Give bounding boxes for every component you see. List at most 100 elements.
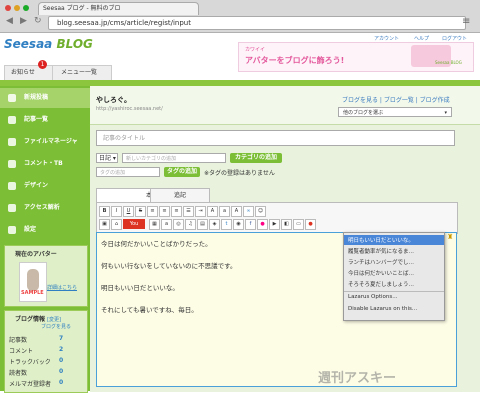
banner-small-text: カワイイ [245, 47, 266, 53]
color-icon[interactable]: A [231, 206, 242, 217]
map-icon[interactable]: ⌂ [111, 219, 122, 230]
watermark: 週刊アスキー [318, 371, 397, 386]
context-menu-item[interactable]: そろそろ夏だしましょう… [348, 280, 414, 288]
stat-readers: 読者数 [9, 370, 28, 377]
banner-logo: Seesaa BLOG [435, 60, 462, 65]
back-icon[interactable]: ◀ [6, 16, 13, 26]
add-tag-button[interactable]: タグの追加 [164, 167, 200, 177]
sidebar-item-files[interactable]: ファイルマネージャ [0, 132, 90, 152]
menu-icon[interactable]: ≡ [462, 16, 470, 27]
title-input[interactable]: 記事のタイトル [96, 130, 455, 146]
stat-articles-value[interactable]: 7 [59, 335, 63, 342]
context-menu-item[interactable]: Lazarus Options... [348, 294, 398, 300]
comment-icon [8, 160, 16, 168]
grid-icon[interactable]: ▦ [149, 219, 160, 230]
reload-icon[interactable]: ↻ [34, 16, 42, 26]
avatar-sample-label: SAMPLE [21, 290, 44, 296]
stat-trackbacks-value[interactable]: 0 [59, 357, 63, 364]
context-menu-item[interactable]: Disable Lazarus on this... [348, 306, 417, 312]
pencil-icon [8, 94, 16, 102]
image-icon[interactable]: ▣ [99, 219, 110, 230]
category-input[interactable]: 新しいカテゴリの追加 [122, 153, 226, 163]
stat-trackbacks: トラックバック [9, 359, 51, 366]
avatar-panel-title: 現在のアバター [15, 251, 57, 258]
context-menu-item[interactable]: ランチはハンバーグでし… [348, 258, 414, 266]
tab-additional[interactable]: 追記 [150, 188, 210, 203]
sidebar-item-settings[interactable]: 設定 [0, 220, 90, 240]
stat-readers-value[interactable]: 0 [59, 368, 63, 375]
avatar-banner[interactable]: カワイイ アバターをブログに飾ろう! Seesaa BLOG [238, 42, 474, 72]
store-icon[interactable]: ◈ [209, 219, 220, 230]
category-select[interactable]: 日記 ▾ [96, 153, 118, 163]
view-blog-link[interactable]: ブログを見る [41, 323, 71, 330]
sidebar-item-analytics[interactable]: アクセス解析 [0, 198, 90, 218]
font-up-icon[interactable]: A [207, 206, 218, 217]
align-center-icon[interactable]: ≡ [159, 206, 170, 217]
lazarus-icon[interactable]: ♜ [447, 233, 453, 241]
youtube-icon[interactable]: You [123, 219, 145, 229]
brush-icon [8, 182, 16, 190]
notice-tab[interactable]: お知らせ [4, 65, 54, 80]
context-menu-item[interactable]: 履覧者動率が気になるま… [348, 247, 414, 255]
emoji-icon[interactable]: ☺ [255, 206, 266, 217]
sidebar-item-new-post[interactable]: 新規投稿 [0, 88, 90, 108]
forward-icon[interactable]: ▶ [20, 16, 27, 26]
tag-input[interactable]: タグの追加 [96, 167, 160, 177]
box-icon[interactable]: ◧ [281, 219, 292, 230]
help-link[interactable]: ヘルプ [414, 35, 429, 42]
strike-icon[interactable]: S [135, 206, 146, 217]
logout-link[interactable]: ログアウト [442, 35, 467, 42]
avatar-detail-link[interactable]: 詳細はこちら [47, 284, 77, 291]
player-icon[interactable]: ▶ [269, 219, 280, 230]
url-bar[interactable]: blog.seesaa.jp/cms/article/regist/input [48, 16, 466, 30]
sidebar-item-comments[interactable]: コメント・TB [0, 154, 90, 174]
lazarus-context-menu: 明日もいい日だといいな。 履覧者動率が気になるま… ランチはハンバーグでし… 今… [343, 232, 445, 321]
bold-icon[interactable]: B [99, 206, 110, 217]
editor-toolbar: B I U S ≡ ≡ ≡ ☰ ⇥ A a A ∞ ☺ ▣ ⌂ You ▦ a … [96, 202, 458, 234]
sidebar-item-articles[interactable]: 記事一覧 [0, 110, 90, 130]
body-line: それにしても暑いですね、毎日。 [101, 306, 198, 314]
sidebar-item-design[interactable]: デザイン [0, 176, 90, 196]
account-link[interactable]: アカウント [374, 35, 399, 42]
stat-newsletter: メルマガ登録者 [9, 381, 52, 388]
align-left-icon[interactable]: ≡ [147, 206, 158, 217]
list-icon[interactable]: ☰ [183, 206, 194, 217]
chart-icon [8, 204, 16, 212]
blog-nav-links[interactable]: ブログを見る | ブログ一覧 | ブログ作成 [342, 95, 450, 104]
seesaa-logo[interactable]: Seesaa BLOG [4, 37, 93, 51]
browser-tab[interactable]: Seesaa ブログ - 無料のブロ [38, 2, 199, 15]
ustream-icon[interactable]: ● [305, 219, 316, 230]
context-menu-item[interactable]: 今日は何だかいいことば… [348, 269, 414, 277]
flickr-icon[interactable]: ● [257, 219, 268, 230]
music-icon[interactable]: ♫ [185, 219, 196, 230]
other-blog-select[interactable]: 他のブログを選ぶ ▾ [338, 107, 452, 117]
stat-newsletter-value[interactable]: 0 [59, 379, 63, 386]
indent-icon[interactable]: ⇥ [195, 206, 206, 217]
blog-name: やしろぐ。 [96, 96, 131, 104]
video-icon[interactable]: ▭ [293, 219, 304, 230]
amazon-icon[interactable]: a [161, 219, 172, 230]
menu-list-tab[interactable]: メニュー一覧 [52, 65, 112, 80]
shop-icon[interactable]: ◎ [173, 219, 184, 230]
body-line: 何もいい行ないをしていないのに不思議です。 [101, 262, 237, 270]
body-line: 今日は何だかいいことばかりだった。 [101, 240, 212, 248]
twitter-icon[interactable]: t [221, 219, 232, 230]
list-icon [8, 116, 16, 124]
underline-icon[interactable]: U [123, 206, 134, 217]
align-right-icon[interactable]: ≡ [171, 206, 182, 217]
blog-info-panel: ブログ情報 [変更] ブログを見る 記事数 7 コメント 2 トラックバック 0… [4, 310, 88, 393]
link-icon[interactable]: ∞ [243, 206, 254, 217]
window-controls[interactable] [5, 5, 32, 13]
book-icon[interactable]: ▤ [197, 219, 208, 230]
context-menu-item[interactable]: 明日もいい日だといいな。 [348, 236, 414, 244]
folder-icon [8, 138, 16, 146]
font-down-icon[interactable]: a [219, 206, 230, 217]
camera-icon[interactable]: ◉ [233, 219, 244, 230]
stat-comments-value[interactable]: 2 [59, 346, 63, 353]
italic-icon[interactable]: I [111, 206, 122, 217]
facebook-icon[interactable]: f [245, 219, 256, 230]
avatar-panel: 現在のアバター SAMPLE 詳細はこちら [4, 245, 88, 307]
blog-url[interactable]: http://yashiroc.seesaa.net/ [96, 106, 163, 112]
add-category-button[interactable]: カテゴリの追加 [230, 153, 282, 163]
gear-icon [8, 226, 16, 234]
